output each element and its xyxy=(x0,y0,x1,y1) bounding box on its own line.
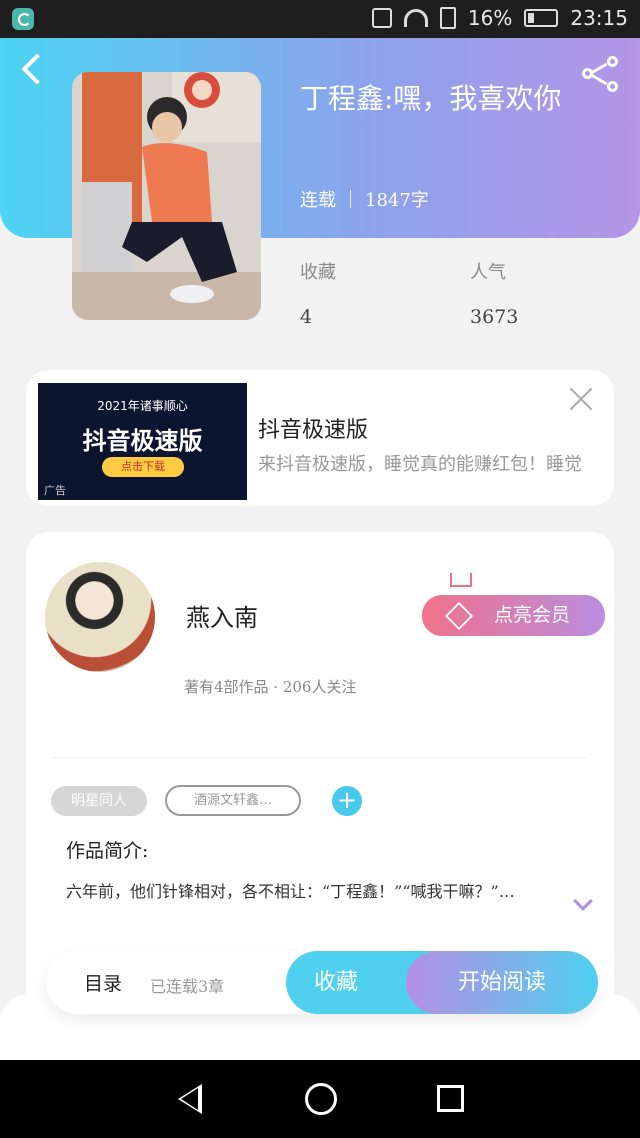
crown-icon xyxy=(450,573,472,587)
author-avatar[interactable] xyxy=(45,562,155,672)
ad-image[interactable]: 2021年诸事顺心 抖音极速版 点击下载 广告 xyxy=(38,383,247,500)
tag-category[interactable]: 明星同人 xyxy=(51,786,147,816)
clock: 23:15 xyxy=(570,6,628,30)
status-bar: 16% 23:15 xyxy=(0,0,640,38)
author-meta: 著有4部作品 · 206人关注 xyxy=(184,678,357,696)
nav-home-icon[interactable] xyxy=(305,1083,337,1115)
nav-recent-icon[interactable] xyxy=(437,1085,464,1112)
favorites-label: 收藏 xyxy=(300,262,336,283)
chevron-down-icon[interactable] xyxy=(573,891,593,911)
intro-title: 作品简介: xyxy=(66,840,149,862)
app-notification-icon xyxy=(12,8,34,30)
start-reading-button[interactable]: 开始阅读 xyxy=(406,951,598,1014)
book-cover-image xyxy=(72,72,261,320)
chapter-count: 已连载3章 xyxy=(150,977,225,996)
book-title: 丁程鑫:嘿，我喜欢你 xyxy=(300,82,562,115)
popularity-value: 3673 xyxy=(470,306,519,328)
meta-divider xyxy=(350,190,351,208)
ad-download-button[interactable]: 点击下载 xyxy=(102,457,184,477)
nav-back-icon[interactable] xyxy=(178,1084,202,1114)
popularity-label: 人气 xyxy=(470,262,506,283)
battery-icon xyxy=(524,9,559,27)
diamond-icon xyxy=(444,601,474,631)
ad-banner[interactable]: 2021年诸事顺心 抖音极速版 点击下载 广告 抖音极速版 来抖音极速版，睡觉真… xyxy=(26,370,614,506)
ad-image-line2: 抖音极速版 xyxy=(82,427,203,455)
divider xyxy=(52,757,586,758)
author-name[interactable]: 燕入南 xyxy=(186,598,258,633)
tag-keyword[interactable]: 酒源文轩鑫… xyxy=(165,785,301,816)
toc-button[interactable]: 目录 xyxy=(84,969,122,996)
favorites-value: 4 xyxy=(300,306,313,328)
book-status: 连载 xyxy=(300,190,336,211)
vip-button[interactable]: 点亮会员 xyxy=(422,573,605,636)
sim-icon xyxy=(439,7,456,29)
ad-tag: 广告 xyxy=(44,484,66,497)
vibrate-icon xyxy=(371,8,392,28)
action-bar: 目录 已连载3章 收藏 开始阅读 xyxy=(46,951,598,1014)
wifi-icon xyxy=(403,9,428,27)
vip-button-label: 点亮会员 xyxy=(494,604,571,626)
add-tag-icon[interactable]: + xyxy=(332,786,362,816)
system-nav-bar xyxy=(0,1060,640,1138)
ad-title: 抖音极速版 xyxy=(258,418,369,443)
ad-description: 来抖音极速版，睡觉真的能赚红包！睡觉 xyxy=(258,454,582,475)
word-count: 1847字 xyxy=(365,190,429,211)
battery-percent: 16% xyxy=(467,6,513,30)
ad-image-line1: 2021年诸事顺心 xyxy=(97,399,188,413)
intro-text: 六年前，他们针锋相对，各不相让：“丁程鑫！”“喊我干嘛？”… xyxy=(66,882,515,901)
close-icon[interactable] xyxy=(568,386,594,412)
